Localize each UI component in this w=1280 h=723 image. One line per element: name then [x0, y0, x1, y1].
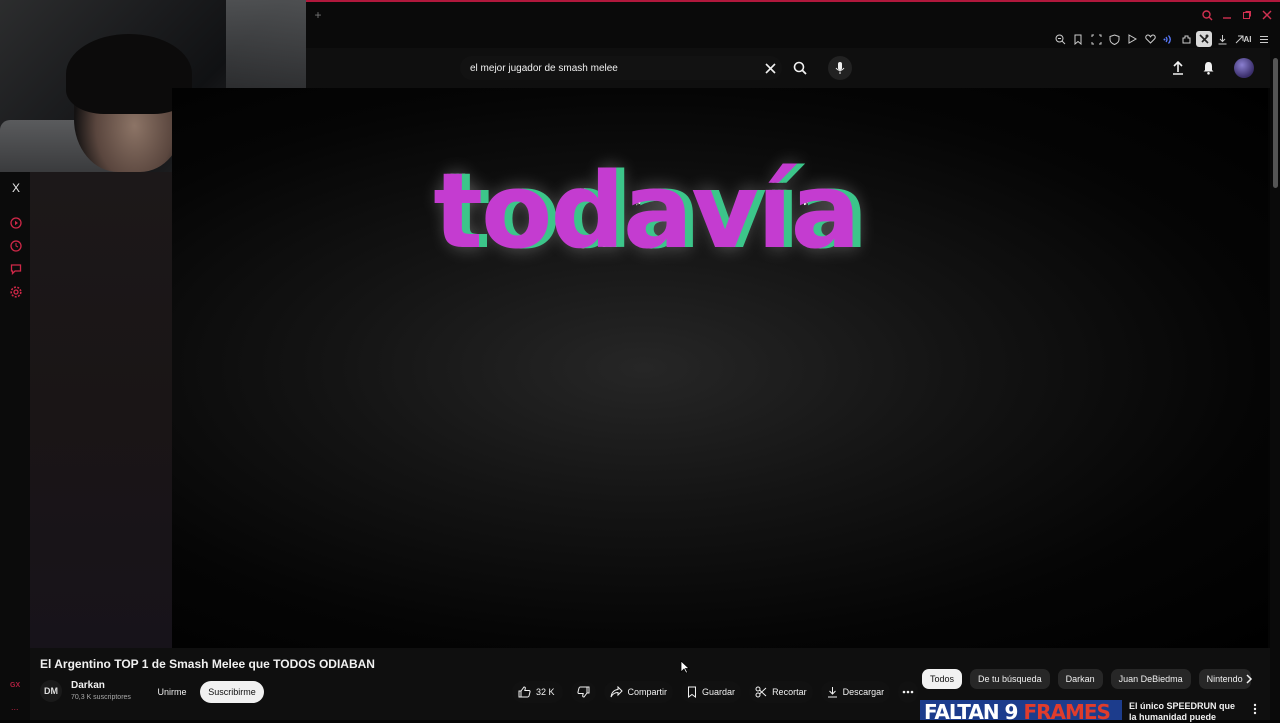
wifi-icon[interactable] — [1160, 31, 1176, 47]
bookmark-icon[interactable] — [1070, 31, 1086, 47]
chip-darkan[interactable]: Darkan — [1057, 669, 1103, 689]
play-icon[interactable] — [1124, 31, 1140, 47]
active-extension-icon[interactable] — [1196, 31, 1212, 47]
download-label: Descargar — [842, 687, 885, 697]
clip-button[interactable]: Recortar — [749, 681, 813, 703]
play-circle-icon[interactable] — [8, 215, 24, 231]
search-input[interactable] — [460, 61, 758, 75]
create-button[interactable] — [1168, 58, 1188, 78]
history-icon[interactable] — [8, 238, 24, 254]
recommended-video-thumbnail[interactable]: FALTAN 9 FRAMES — [920, 700, 1122, 720]
voice-search-button[interactable] — [828, 56, 852, 80]
extensions-icon[interactable] — [1178, 31, 1194, 47]
save-label: Guardar — [702, 687, 736, 697]
more-vertical-icon — [1253, 703, 1257, 715]
dislike-button[interactable] — [570, 681, 596, 703]
search-button[interactable] — [786, 56, 814, 80]
thumbs-down-icon — [576, 686, 590, 698]
recommended-video-menu[interactable] — [1250, 702, 1260, 716]
channel-name[interactable]: Darkan — [71, 680, 105, 691]
account-avatar[interactable] — [1234, 58, 1254, 78]
search-box — [460, 56, 782, 80]
ai-icon[interactable]: AI — [1232, 31, 1254, 47]
clear-search-button[interactable] — [758, 56, 782, 80]
notifications-button[interactable] — [1198, 58, 1218, 78]
subscriber-count: 70,3 K suscriptores — [71, 694, 131, 701]
download-button[interactable]: Descargar — [820, 681, 891, 703]
menu-icon[interactable] — [1256, 31, 1272, 47]
mouse-cursor — [680, 660, 691, 679]
channel-avatar[interactable]: DM — [40, 680, 62, 702]
restore-icon[interactable] — [1238, 6, 1256, 24]
chat-icon[interactable] — [8, 261, 24, 277]
zoom-out-icon[interactable] — [1052, 31, 1068, 47]
share-icon — [610, 686, 623, 698]
like-count: 32 K — [536, 687, 555, 697]
thumbnail-text-white: FALTAN 9 — [924, 700, 1018, 720]
search-tabs-icon[interactable] — [1198, 6, 1216, 24]
video-actions: 32 K Compartir Guardar Recortar Descarga… — [512, 681, 919, 703]
shield-icon[interactable] — [1106, 31, 1122, 47]
thumbnail-text: FALTAN 9 FRAMES — [924, 700, 1111, 720]
like-button[interactable]: 32 K — [512, 681, 563, 703]
side-panel — [30, 172, 172, 648]
window-controls — [1198, 6, 1276, 24]
chip-from-search[interactable]: De tu búsqueda — [970, 669, 1050, 689]
sidebar-more-button[interactable]: ... — [11, 702, 19, 712]
video-frame-text: todavía — [300, 150, 1000, 272]
thumbs-up-icon — [518, 686, 531, 698]
toolbar-icons: AI — [1052, 30, 1272, 48]
save-button[interactable]: Guardar — [681, 681, 742, 703]
new-tab-button[interactable]: + — [312, 8, 324, 22]
video-title: El Argentino TOP 1 de Smash Melee que TO… — [40, 657, 375, 671]
chip-all[interactable]: Todos — [922, 669, 963, 689]
chips-next-button[interactable] — [1240, 670, 1258, 688]
ai-label: AI — [1243, 34, 1252, 44]
filter-chips: Todos De tu búsqueda Darkan Juan DeBiedm… — [922, 669, 1251, 689]
download-icon — [827, 687, 837, 698]
close-window-icon[interactable] — [1258, 6, 1276, 24]
clip-label: Recortar — [772, 687, 807, 697]
subscribe-button[interactable]: Suscribirme — [200, 681, 264, 703]
bell-icon — [1203, 62, 1213, 75]
heart-icon[interactable] — [1142, 31, 1158, 47]
more-horizontal-icon — [902, 690, 914, 694]
search-icon — [793, 61, 807, 75]
close-sidebar-button[interactable]: X — [8, 181, 24, 197]
settings-icon[interactable] — [8, 284, 24, 300]
share-button[interactable]: Compartir — [603, 681, 674, 703]
snapshot-icon[interactable] — [1088, 31, 1104, 47]
join-button[interactable]: Unirme — [152, 681, 192, 703]
gx-logo: GX — [10, 682, 21, 689]
more-actions-button[interactable] — [898, 681, 919, 703]
chevron-right-icon — [1246, 674, 1253, 684]
thumbnail-text-red: FRAMES — [1023, 700, 1111, 720]
scissors-icon — [755, 686, 767, 698]
chip-juan-debiedma[interactable]: Juan DeBiedma — [1110, 669, 1191, 689]
minimize-icon[interactable] — [1218, 6, 1236, 24]
share-label: Compartir — [627, 687, 668, 697]
save-icon — [688, 686, 697, 698]
download-icon[interactable] — [1214, 31, 1230, 47]
scrollbar-thumb[interactable] — [1273, 58, 1278, 188]
upload-icon — [1173, 61, 1183, 75]
browser-sidebar — [0, 172, 30, 720]
microphone-icon — [835, 62, 845, 74]
tab-strip — [306, 0, 1280, 30]
